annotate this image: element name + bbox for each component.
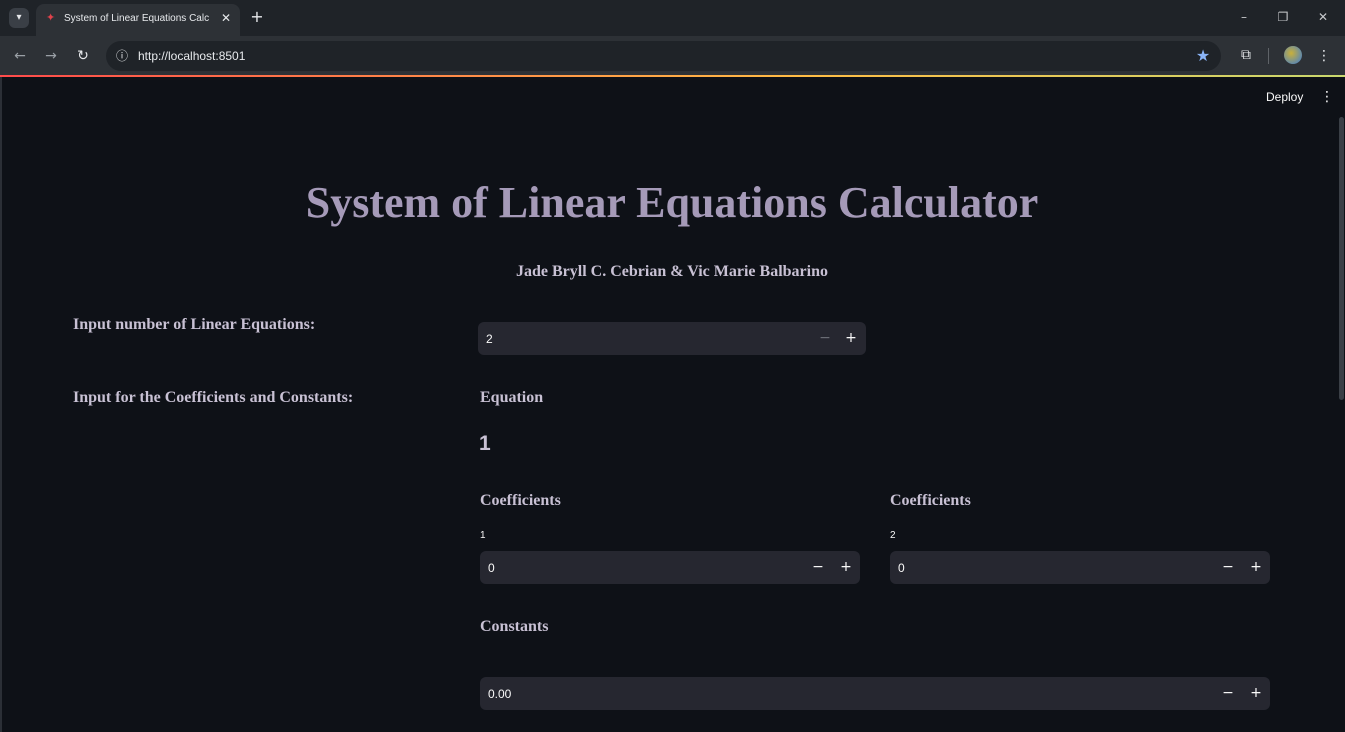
num-equations-label: Input number of Linear Equations: [73,316,316,333]
increment-button[interactable]: + [843,328,859,348]
decrement-button[interactable]: − [817,328,833,348]
decrement-button[interactable]: − [1220,683,1236,703]
minimize-icon[interactable]: – [1232,6,1256,28]
address-bar[interactable]: ⓘ http://localhost:8501 ★ [106,41,1221,71]
num-equations-input[interactable]: 2 − + [478,322,866,355]
streamlit-icon: ✦ [46,11,56,24]
coefficient-value-1[interactable]: 0 [488,561,495,575]
constant-input[interactable]: 0.00 − + [480,677,1270,710]
tab-list-chevron-down-icon[interactable]: ▾ [9,8,29,28]
coefficient-index-2: 2 [890,530,896,541]
info-icon[interactable]: ⓘ [114,48,130,64]
decrement-button[interactable]: − [1220,557,1236,577]
scrollbar[interactable] [1339,117,1344,400]
decrement-button[interactable]: − [810,557,826,577]
app-main: Deploy ⋮ System of Linear Equations Calc… [0,77,1345,732]
equation-number: 1 [479,432,491,455]
coefficient-input-1[interactable]: 0 − + [480,551,860,584]
url-text[interactable]: http://localhost:8501 [138,49,245,63]
deploy-button[interactable]: Deploy [1266,90,1303,104]
toolbar-divider [1268,48,1269,64]
num-equations-value[interactable]: 2 [486,332,493,346]
reload-icon[interactable]: ↻ [72,45,94,67]
forward-arrow-icon[interactable]: → [40,45,62,67]
star-icon[interactable]: ★ [1193,46,1213,66]
coefficient-index-1: 1 [480,530,486,541]
browser-tab[interactable]: ✦ System of Linear Equations Calc ✕ [36,4,240,36]
increment-button[interactable]: + [1248,683,1264,703]
constants-heading: Constants [480,618,549,635]
equation-heading: Equation [480,389,544,406]
coefficient-input-2[interactable]: 0 − + [890,551,1270,584]
app-kebab-menu-icon[interactable]: ⋮ [1320,87,1334,107]
profile-avatar[interactable] [1284,46,1302,64]
tab-title: System of Linear Equations Calc [64,13,210,24]
puzzle-icon[interactable]: ⧉ [1236,45,1256,65]
increment-button[interactable]: + [838,557,854,577]
coefficient-value-2[interactable]: 0 [898,561,905,575]
new-tab-plus-icon[interactable]: + [248,7,266,27]
authors-text: Jade Bryll C. Cebrian & Vic Marie Balbar… [516,263,828,280]
kebab-menu-icon[interactable]: ⋮ [1316,45,1332,67]
increment-button[interactable]: + [1248,557,1264,577]
constant-value[interactable]: 0.00 [488,687,511,701]
restore-icon[interactable]: ❐ [1271,6,1295,28]
back-arrow-icon[interactable]: ← [9,45,31,67]
page-title: System of Linear Equations Calculator [305,178,1039,227]
browser-tab-bar: ▾ ✦ System of Linear Equations Calc ✕ + … [0,0,1345,36]
coefficients-heading-1: Coefficients [480,492,561,509]
close-icon[interactable]: ✕ [218,10,234,26]
close-window-icon[interactable]: ✕ [1311,6,1335,28]
coeff-section-label: Input for the Coefficients and Constants… [73,389,354,406]
coefficients-heading-2: Coefficients [890,492,971,509]
browser-toolbar: ← → ↻ ⓘ http://localhost:8501 ★ ⧉ ⋮ [0,36,1345,76]
